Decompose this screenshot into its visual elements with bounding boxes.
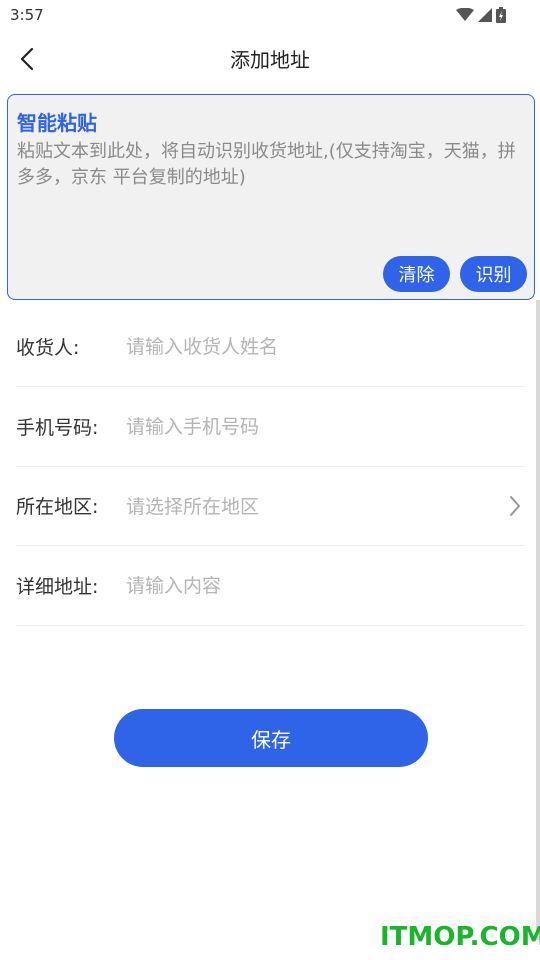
status-time: 3:57 <box>10 6 44 24</box>
phone-label: 手机号码: <box>16 417 99 439</box>
detail-input[interactable] <box>126 574 525 597</box>
wifi-icon <box>456 8 474 21</box>
battery-icon <box>496 7 506 23</box>
recognize-button[interactable]: 识别 <box>460 256 527 292</box>
detail-label: 详细地址: <box>16 576 99 598</box>
save-button[interactable]: 保存 <box>114 709 428 767</box>
page-title: 添加地址 <box>230 48 310 72</box>
region-selector[interactable]: 请选择所在地区 <box>126 492 505 519</box>
smart-paste-title: 智能粘贴 <box>17 111 97 135</box>
region-row[interactable]: 所在地区: 请选择所在地区 <box>16 466 525 546</box>
status-bar: 3:57 <box>0 0 540 30</box>
smart-paste-hint[interactable]: 粘贴文本到此处，将自动识别收货地址,(仅支持淘宝，天猫，拼多多，京东 平台复制的… <box>17 139 522 191</box>
recipient-label: 收货人: <box>16 337 80 359</box>
status-icons <box>456 7 506 23</box>
phone-input[interactable] <box>126 415 525 438</box>
scrollbar[interactable] <box>536 300 540 940</box>
nav-bar: 添加地址 <box>0 34 540 84</box>
phone-row: 手机号码: <box>16 387 525 467</box>
watermark-logo: ITMOP.COM <box>380 922 540 952</box>
recipient-row: 收货人: <box>16 307 525 387</box>
detail-row: 详细地址: <box>16 546 525 626</box>
smart-paste-box[interactable]: 智能粘贴 粘贴文本到此处，将自动识别收货地址,(仅支持淘宝，天猫，拼多多，京东 … <box>7 94 535 300</box>
recipient-input[interactable] <box>126 335 525 358</box>
chevron-right-icon <box>505 495 525 517</box>
signal-icon <box>478 8 492 22</box>
region-label: 所在地区: <box>16 496 99 518</box>
clear-button[interactable]: 清除 <box>383 256 450 292</box>
